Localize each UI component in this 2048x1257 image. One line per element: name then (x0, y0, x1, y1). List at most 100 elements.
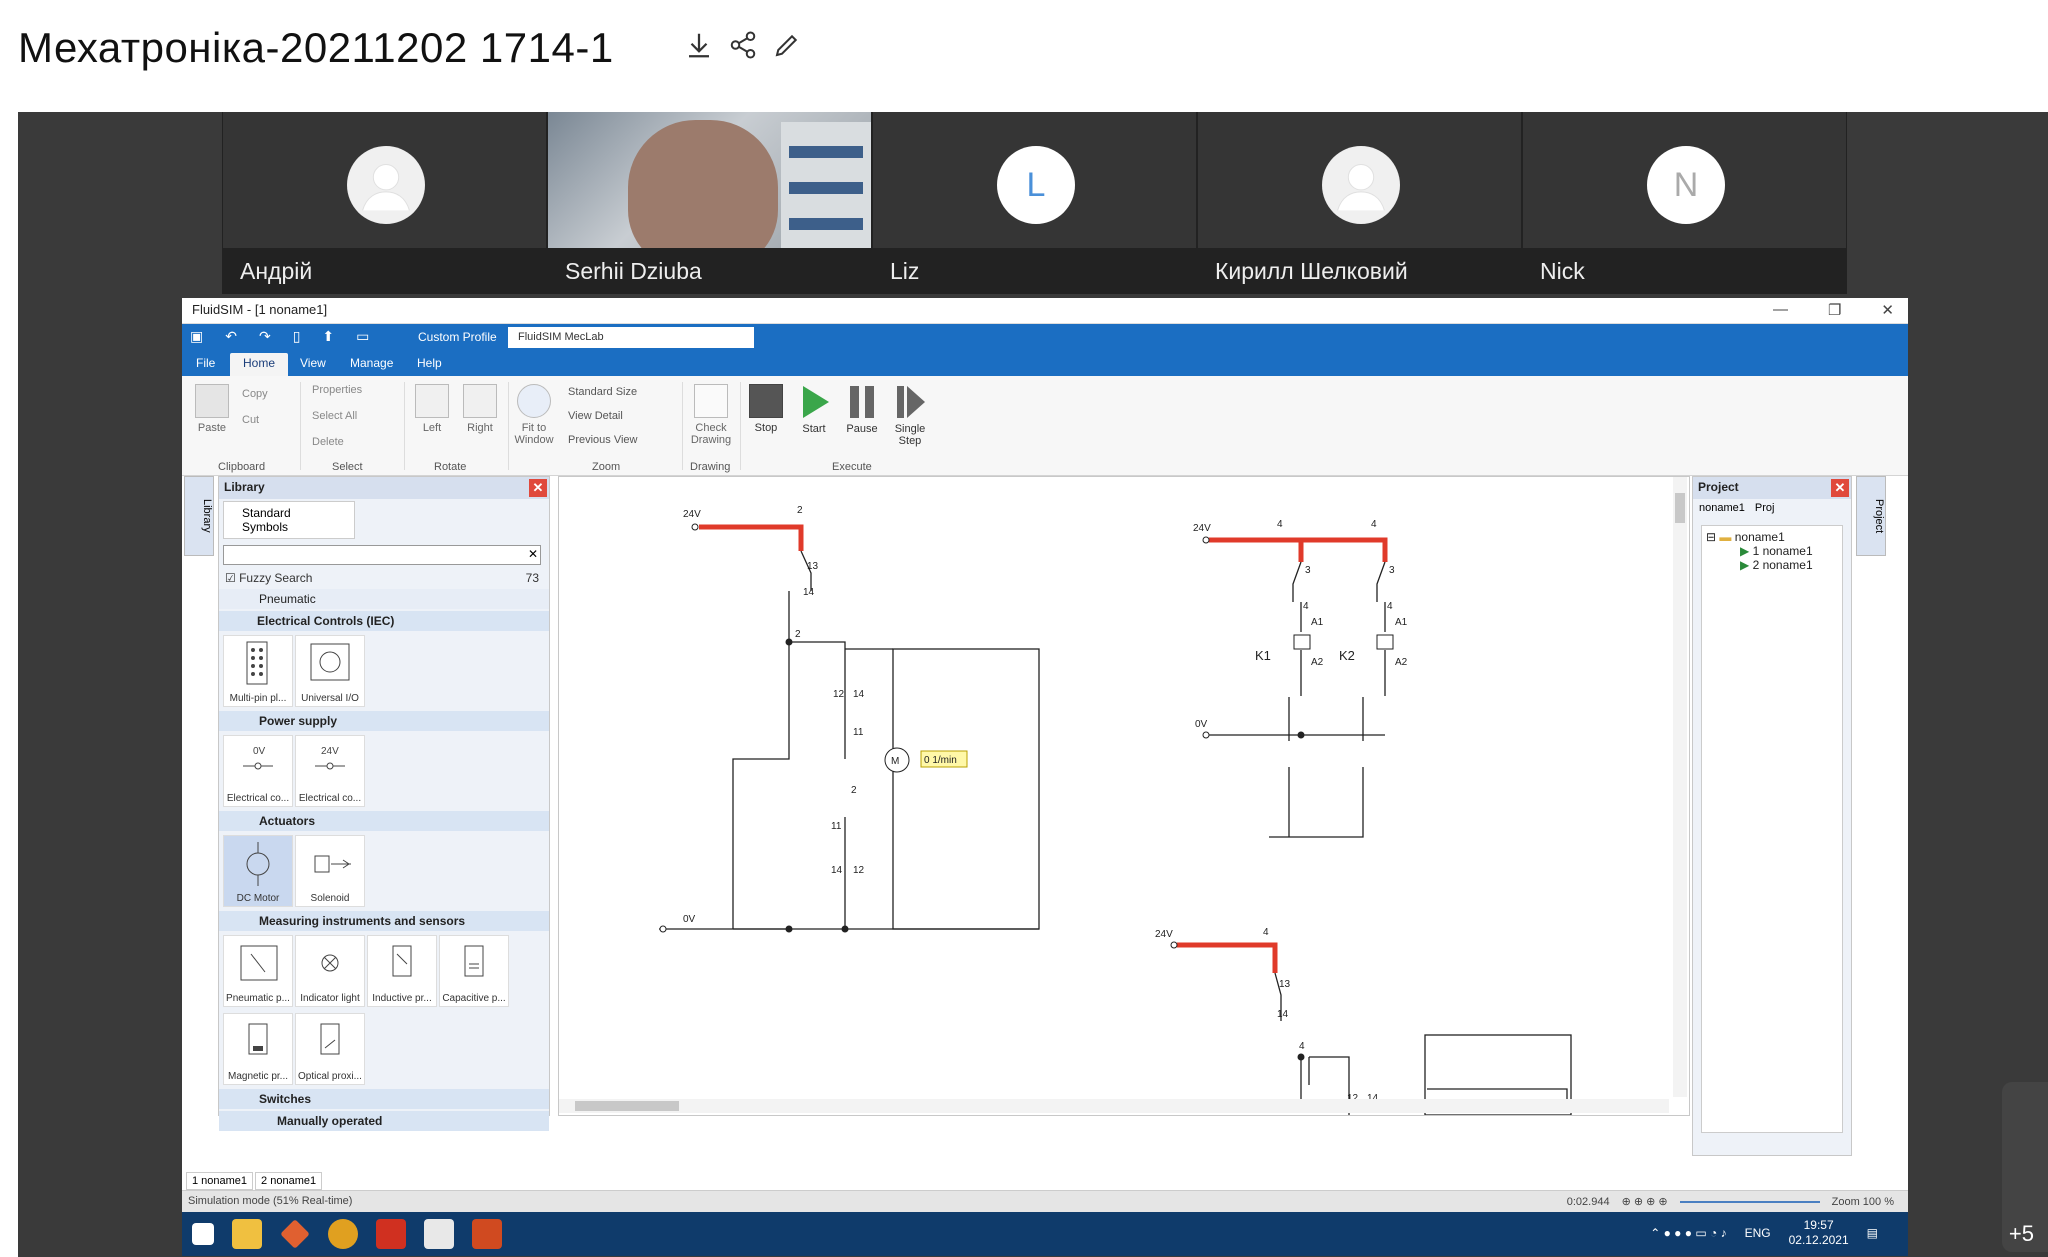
acrobat-icon[interactable] (376, 1219, 406, 1249)
edit-icon[interactable] (772, 30, 802, 60)
library-item[interactable]: 24V Electrical co... (295, 735, 365, 807)
participant-tile[interactable]: Serhii Dziuba (547, 112, 872, 294)
document-tab[interactable]: 1 noname1 (186, 1172, 254, 1190)
powerpoint-icon[interactable] (472, 1219, 502, 1249)
menu-help[interactable]: Help (417, 356, 442, 370)
user-icon (347, 146, 425, 224)
library-item[interactable]: Indicator light (295, 935, 365, 1007)
library-search-input[interactable]: ✕ (223, 545, 541, 565)
fit-to-window-button[interactable]: Fit to Window (512, 384, 556, 446)
restore-icon[interactable]: ❐ (1828, 301, 1841, 319)
library-item[interactable]: 0V Electrical co... (223, 735, 293, 807)
svg-text:3: 3 (1305, 565, 1311, 576)
zoom-icon[interactable]: ⊕ ⊕ ⊕ ⊕ (1622, 1195, 1668, 1208)
copy-button[interactable]: Copy (242, 388, 268, 400)
minimize-icon[interactable]: — (1773, 301, 1788, 319)
avatar: N (1647, 146, 1725, 224)
close-icon[interactable]: ✕ (1881, 301, 1894, 319)
library-item[interactable]: Solenoid (295, 835, 365, 907)
participant-tile[interactable]: N Nick (1522, 112, 1847, 294)
menu-view[interactable]: View (300, 356, 326, 370)
undo-icon[interactable]: ↶ (225, 328, 237, 345)
close-icon[interactable]: ✕ (1831, 479, 1849, 497)
new-icon[interactable]: ▯ (293, 328, 301, 345)
properties-button[interactable]: Properties (312, 384, 362, 396)
vertical-scrollbar[interactable] (1673, 477, 1687, 1097)
project-tab[interactable]: noname1 (1699, 502, 1745, 514)
view-detail-button[interactable]: View Detail (568, 410, 623, 422)
rotate-left-button[interactable]: Left (410, 384, 454, 434)
zoom-slider[interactable] (1679, 1200, 1820, 1203)
project-side-tab[interactable]: Project (1856, 476, 1886, 556)
library-item[interactable]: Universal I/O (295, 635, 365, 707)
svg-text:4: 4 (1387, 601, 1393, 612)
menu-home[interactable]: Home (230, 353, 289, 376)
menu-file[interactable]: File (196, 356, 215, 370)
paste-button[interactable]: Paste (192, 384, 232, 434)
document-tab[interactable]: 2 noname1 (255, 1172, 323, 1190)
svg-text:4: 4 (1299, 1041, 1305, 1052)
single-step-button[interactable]: Single Step (888, 384, 932, 447)
profile-select[interactable]: FluidSIM MecLab (508, 327, 754, 348)
tray-icons[interactable]: ⌃ ● ● ● ▭ ◔ ♪ (1650, 1226, 1726, 1240)
cut-button[interactable]: Cut (242, 414, 259, 426)
chrome-icon[interactable] (328, 1219, 358, 1249)
download-icon[interactable] (684, 30, 714, 60)
save-icon[interactable]: ▣ (190, 328, 203, 345)
tree-root[interactable]: ⊟ ▬ noname1 (1706, 530, 1838, 544)
library-item[interactable]: Pneumatic p... (223, 935, 293, 1007)
svg-text:24V: 24V (321, 746, 339, 757)
tree-item[interactable]: ▶ 1 noname1 (1706, 544, 1838, 558)
start-button[interactable]: Start (792, 384, 836, 435)
category-electrical-controls[interactable]: Electrical Controls (IEC) (219, 611, 549, 631)
participant-tile[interactable]: Андрій (222, 112, 547, 294)
library-item[interactable]: Magnetic pr... (223, 1013, 293, 1085)
menu-manage[interactable]: Manage (350, 356, 393, 370)
participant-name: Liz (873, 248, 1196, 294)
library-item[interactable]: Inductive pr... (367, 935, 437, 1007)
library-item[interactable]: Multi-pin pl... (223, 635, 293, 707)
standard-size-button[interactable]: Standard Size (568, 386, 637, 398)
more-participants[interactable]: +5 (2009, 1221, 2034, 1247)
clear-icon[interactable]: ✕ (528, 547, 538, 561)
circuit-canvas[interactable]: M 0 1/min 24V 0V 24V 0V 24V K1 K2 2 13 1 (558, 476, 1690, 1127)
participant-tile[interactable]: Кирилл Шелковий (1197, 112, 1522, 294)
windows-start-icon[interactable] (192, 1223, 214, 1245)
rotate-right-button[interactable]: Right (458, 384, 502, 434)
file-explorer-icon[interactable] (232, 1219, 262, 1249)
category-power-supply[interactable]: Power supply (219, 711, 549, 731)
library-item[interactable]: Optical proxi... (295, 1013, 365, 1085)
tree-item[interactable]: ▶ 2 noname1 (1706, 558, 1838, 572)
category-manually-operated[interactable]: Manually operated (219, 1111, 549, 1131)
check-drawing-button[interactable]: Check Drawing (688, 384, 734, 446)
category-pneumatic[interactable]: Pneumatic (219, 589, 549, 609)
pause-button[interactable]: Pause (840, 384, 884, 435)
participant-name: Nick (1523, 248, 1846, 294)
category-switches[interactable]: Switches (219, 1089, 549, 1109)
fluidsim-icon[interactable] (424, 1219, 454, 1249)
language-indicator[interactable]: ENG (1745, 1226, 1771, 1240)
clock[interactable]: 19:57 02.12.2021 (1789, 1218, 1849, 1248)
git-icon[interactable] (280, 1219, 310, 1249)
fuzzy-search-checkbox[interactable]: ☑ (225, 571, 239, 585)
previous-view-button[interactable]: Previous View (568, 434, 638, 446)
notification-icon[interactable]: ▤ (1867, 1226, 1878, 1240)
redo-icon[interactable]: ↷ (259, 328, 271, 345)
library-item[interactable]: Capacitive p... (439, 935, 509, 1007)
close-icon[interactable]: ✕ (529, 479, 547, 497)
category-actuators[interactable]: Actuators (219, 811, 549, 831)
horizontal-scrollbar[interactable] (559, 1099, 1669, 1113)
stop-button[interactable]: Stop (744, 384, 788, 434)
share-icon[interactable] (728, 30, 758, 60)
project-tab[interactable]: Proj (1755, 502, 1775, 514)
select-all-button[interactable]: Select All (312, 410, 357, 422)
standard-symbols-tab[interactable]: Standard Symbols (223, 501, 355, 539)
participant-tile[interactable]: L Liz (872, 112, 1197, 294)
library-item[interactable]: DC Motor (223, 835, 293, 907)
pointer-icon[interactable]: ⬆ (322, 328, 334, 345)
category-measuring[interactable]: Measuring instruments and sensors (219, 911, 549, 931)
voltage-label: 0V (1195, 719, 1208, 730)
library-side-tab[interactable]: Library (184, 476, 214, 556)
window-icon[interactable]: ▭ (356, 328, 369, 345)
delete-button[interactable]: Delete (312, 436, 344, 448)
